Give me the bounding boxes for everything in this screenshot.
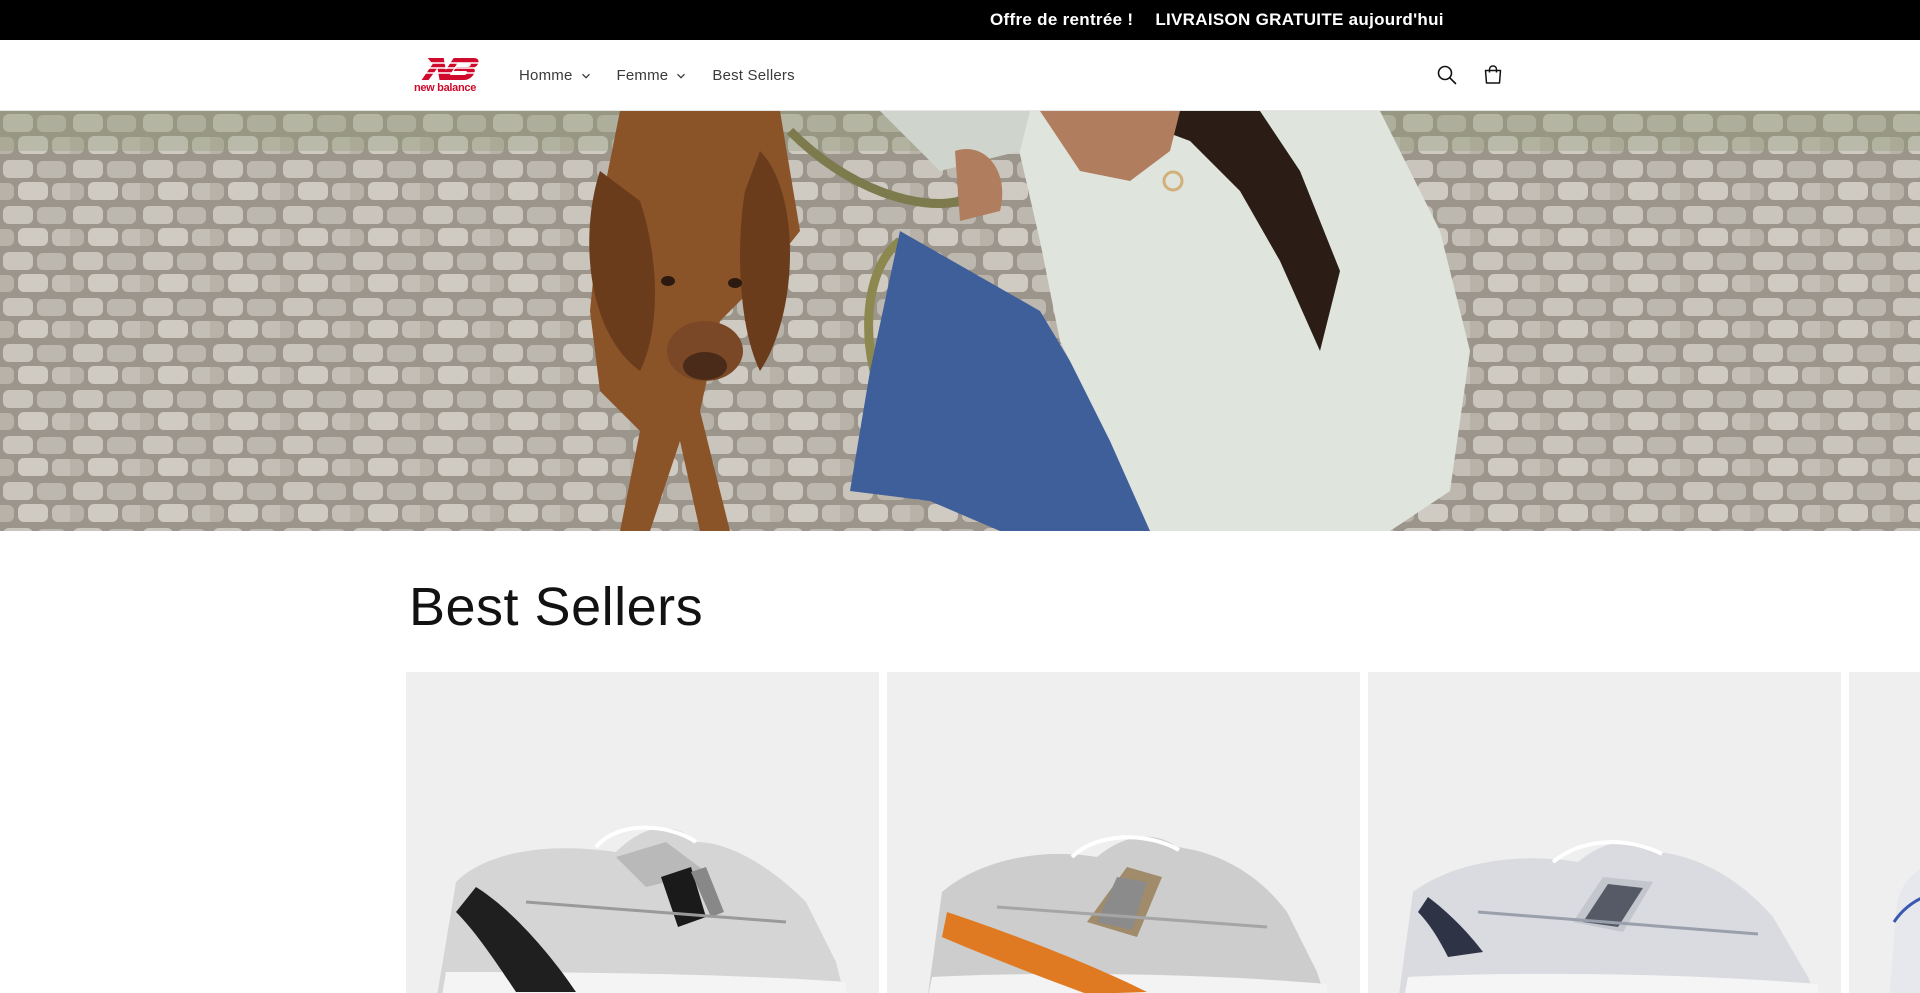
chevron-down-icon (581, 73, 590, 79)
product-card[interactable] (406, 672, 879, 993)
announcement-message-offer: Offre de rentrée ! (990, 10, 1134, 29)
logo-wordmark: new balance (413, 82, 477, 94)
header-actions (1434, 62, 1506, 88)
nav-item-homme[interactable]: Homme (519, 67, 591, 84)
sneaker-image (928, 835, 1327, 993)
new-balance-logo[interactable]: new balance (409, 54, 481, 98)
product-card[interactable] (1368, 672, 1841, 993)
cart-button[interactable] (1480, 62, 1506, 88)
nav-item-label: Homme (519, 67, 573, 84)
chevron-down-icon (677, 73, 686, 79)
sneaker-image (1889, 869, 1920, 993)
search-button[interactable] (1434, 62, 1460, 88)
hero-image (0, 111, 1920, 531)
announcement-message-shipping: LIVRAISON GRATUITE aujourd'hui (1155, 10, 1444, 29)
nb-logo-mark (409, 58, 479, 80)
nav-item-femme[interactable]: Femme (617, 67, 687, 84)
cart-icon (1484, 65, 1502, 84)
product-card[interactable] (887, 672, 1360, 993)
search-icon (1437, 65, 1457, 85)
hero-banner[interactable] (0, 111, 1920, 531)
main-nav: Homme Femme Best Sellers (519, 40, 795, 111)
product-card[interactable] (1849, 672, 1920, 993)
sneaker-image (1399, 840, 1818, 993)
site-header: new balance Homme Femme Best Sellers (0, 40, 1920, 111)
announcement-bar: Offre de rentrée ! LIVRAISON GRATUITE au… (0, 0, 1920, 40)
best-sellers-title: Best Sellers (409, 577, 704, 637)
product-carousel (406, 672, 1920, 993)
nav-item-best-sellers[interactable]: Best Sellers (712, 67, 794, 84)
nav-item-label: Femme (616, 67, 669, 84)
sneaker-image (437, 825, 846, 993)
nav-item-label: Best Sellers (712, 67, 795, 84)
